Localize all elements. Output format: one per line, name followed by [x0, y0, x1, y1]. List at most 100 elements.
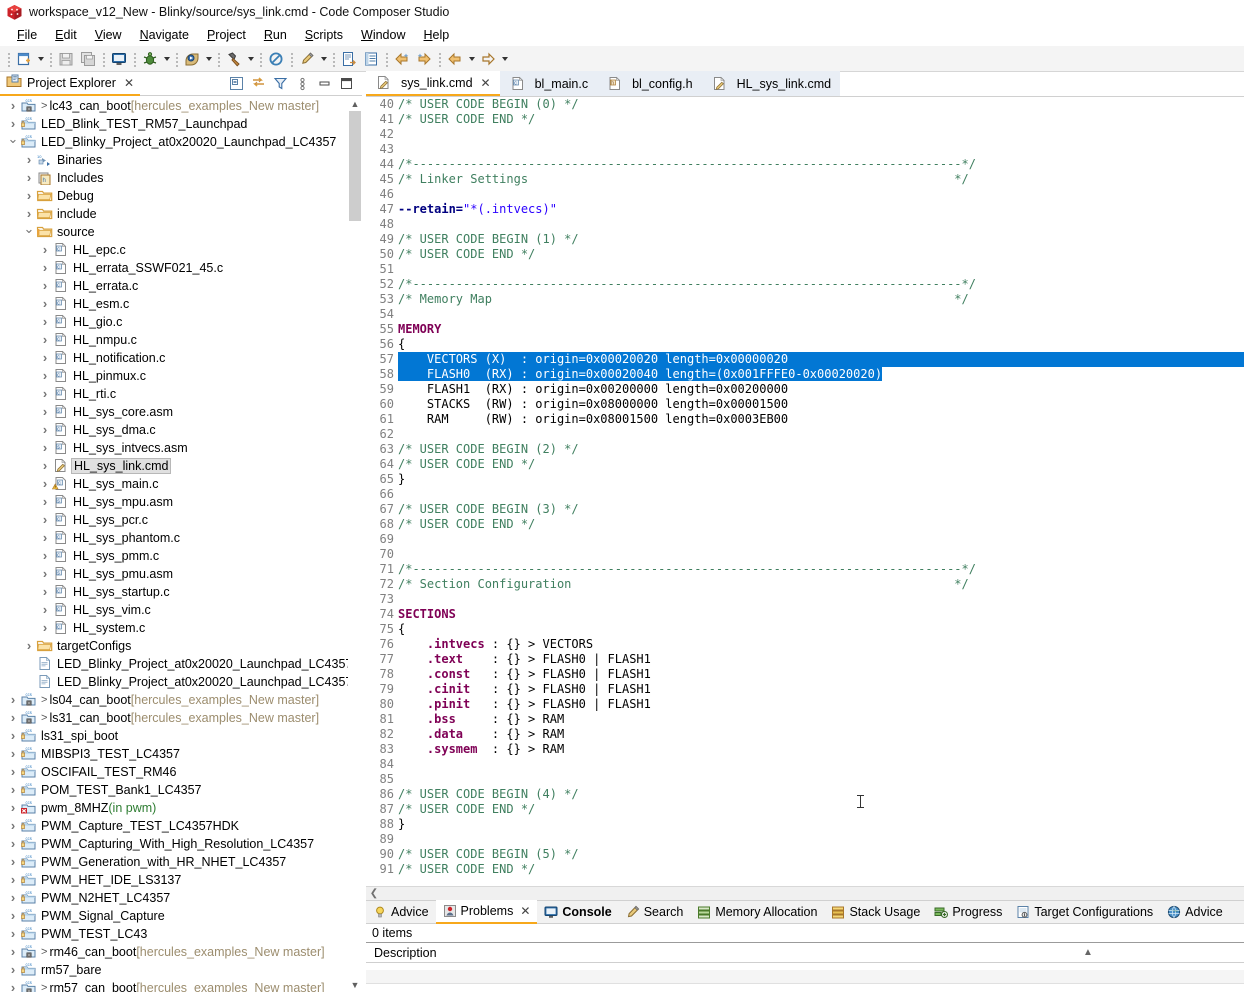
code-line[interactable]: 70: [366, 547, 1244, 562]
next-annotation-icon[interactable]: [477, 48, 499, 70]
problems-table-body[interactable]: [366, 970, 1244, 992]
collapse-all-icon[interactable]: [226, 74, 246, 94]
menu-scripts[interactable]: Scripts: [296, 26, 352, 44]
bottom-tab-advice-2[interactable]: Advice: [1160, 900, 1230, 924]
chevron-right-icon[interactable]: [38, 493, 52, 512]
link-with-editor-icon[interactable]: [248, 74, 268, 94]
chevron-right-icon[interactable]: [38, 295, 52, 314]
view-menu-icon[interactable]: [292, 74, 312, 94]
tree-item-binaries[interactable]: 10 Binaries: [0, 151, 362, 169]
code-editor[interactable]: 40 /* USER CODE BEGIN (0) */ 41 /* USER COD…: [366, 97, 1244, 900]
code-line[interactable]: 87 /* USER CODE END */: [366, 802, 1244, 817]
code-line[interactable]: 81 .bss : {} > RAM: [366, 712, 1244, 727]
run-icon[interactable]: [181, 48, 203, 70]
tree-item-ls04-can-boot[interactable]: ccs >ls04_can_boot [hercules_examples_New…: [0, 691, 362, 709]
code-line[interactable]: 83 .sysmem : {} > RAM: [366, 742, 1244, 757]
tree-item-pwm-capture-test-lc4357hdk[interactable]: ccs PWM_Capture_TEST_LC4357HDK: [0, 817, 362, 835]
prev-annotation-dropdown-arrow[interactable]: [466, 48, 477, 70]
tree-item-hl-rti-c[interactable]: cHL_rti.c: [0, 385, 362, 403]
tree-item-pwm-capturing-with-high-resolution-lc4357[interactable]: ccs PWM_Capturing_With_High_Resolution_LC…: [0, 835, 362, 853]
chevron-right-icon[interactable]: [6, 709, 20, 728]
code-line[interactable]: 63 /* USER CODE BEGIN (2) */: [366, 442, 1244, 457]
chevron-right-icon[interactable]: [6, 871, 20, 890]
bottom-tab-target-configurations[interactable]: Target Configurations: [1009, 900, 1160, 924]
tree-item-hl-sys-core-asm[interactable]: sHL_sys_core.asm: [0, 403, 362, 421]
bottom-tab-memory-allocation[interactable]: Memory Allocation: [690, 900, 824, 924]
menu-edit[interactable]: Edit: [46, 26, 86, 44]
tree-item-oscifail-test-rm46[interactable]: ccs OSCIFAIL_TEST_RM46: [0, 763, 362, 781]
chevron-right-icon[interactable]: [22, 151, 36, 170]
editor-horizontal-scrollbar[interactable]: ❮: [366, 886, 1244, 900]
code-line[interactable]: 45 /* Linker Settings */: [366, 172, 1244, 187]
tree-item-rm46-can-boot[interactable]: ccs >rm46_can_boot [hercules_examples_New…: [0, 943, 362, 961]
code-line[interactable]: 60 STACKS (RW) : origin=0x08000000 lengt…: [366, 397, 1244, 412]
editor-tab-hl-sys-link-cmd[interactable]: HL_sys_link.cmd: [701, 71, 841, 96]
code-line[interactable]: 73: [366, 592, 1244, 607]
chevron-right-icon[interactable]: [6, 889, 20, 908]
code-line[interactable]: 85: [366, 772, 1244, 787]
tree-item-hl-errata-c[interactable]: cHL_errata.c: [0, 277, 362, 295]
chevron-right-icon[interactable]: [38, 475, 52, 494]
tree-item-led-blinky-project-at0x20020-launchpad-lc4357[interactable]: ccs LED_Blinky_Project_at0x20020_Launchpa…: [0, 133, 362, 151]
chevron-right-icon[interactable]: [38, 547, 52, 566]
code-line[interactable]: 69: [366, 532, 1244, 547]
tree-item-hl-sys-vim-c[interactable]: cHL_sys_vim.c: [0, 601, 362, 619]
code-line[interactable]: 53 /* Memory Map */: [366, 292, 1244, 307]
code-line[interactable]: 43: [366, 142, 1244, 157]
chevron-right-icon[interactable]: [6, 817, 20, 836]
tree-item-hl-sys-link-cmd[interactable]: HL_sys_link.cmd: [0, 457, 362, 475]
tree-item-hl-pinmux-c[interactable]: cHL_pinmux.c: [0, 367, 362, 385]
bottom-tab-stack-usage[interactable]: Stack Usage: [824, 900, 927, 924]
build-dropdown-arrow[interactable]: [245, 48, 256, 70]
tree-item-hl-sys-pmu-asm[interactable]: sHL_sys_pmu.asm: [0, 565, 362, 583]
code-line[interactable]: 48: [366, 217, 1244, 232]
tab-project-explorer[interactable]: Project Explorer ✕: [0, 71, 140, 96]
chevron-right-icon[interactable]: [6, 781, 20, 800]
code-line[interactable]: 86 /* USER CODE BEGIN (4) */: [366, 787, 1244, 802]
chevron-right-icon[interactable]: [6, 907, 20, 926]
code-line[interactable]: 68 /* USER CODE END */: [366, 517, 1244, 532]
chevron-right-icon[interactable]: [38, 601, 52, 620]
tree-item-hl-system-c[interactable]: cHL_system.c: [0, 619, 362, 637]
tree-item-led-blink-test-rm57-launchpad[interactable]: ccs LED_Blink_TEST_RM57_Launchpad: [0, 115, 362, 133]
tree-item-hl-gio-c[interactable]: cHL_gio.c: [0, 313, 362, 331]
chevron-right-icon[interactable]: [38, 439, 52, 458]
menu-view[interactable]: View: [86, 26, 131, 44]
chevron-right-icon[interactable]: [22, 169, 36, 188]
menu-window[interactable]: Window: [352, 26, 414, 44]
code-line[interactable]: 88}: [366, 817, 1244, 832]
tree-item-hl-sys-main-c[interactable]: cHL_sys_main.c: [0, 475, 362, 493]
code-line[interactable]: 61 RAM (RW) : origin=0x08001500 length=0…: [366, 412, 1244, 427]
chevron-right-icon[interactable]: [38, 421, 52, 440]
chevron-right-icon[interactable]: [6, 835, 20, 854]
code-line[interactable]: 64 /* USER CODE END */: [366, 457, 1244, 472]
chevron-right-icon[interactable]: [38, 349, 52, 368]
tree-item-hl-sys-pmm-c[interactable]: cHL_sys_pmm.c: [0, 547, 362, 565]
code-line[interactable]: 57 VECTORS (X) : origin=0x00020020 lengt…: [366, 352, 1244, 367]
chevron-down-icon[interactable]: [6, 133, 20, 152]
scroll-left-arrow-icon[interactable]: ❮: [366, 888, 382, 899]
editor-tab-sys-link-cmd[interactable]: sys_link.cmd ✕: [366, 71, 500, 96]
code-line[interactable]: 62: [366, 427, 1244, 442]
menu-project[interactable]: Project: [198, 26, 255, 44]
tree-item-pwm-signal-capture[interactable]: ccs PWM_Signal_Capture: [0, 907, 362, 925]
debug-dropdown-arrow[interactable]: [161, 48, 172, 70]
marker-dropdown-arrow[interactable]: [318, 48, 329, 70]
tree-item-pom-test-bank1-lc4357[interactable]: ccs POM_TEST_Bank1_LC4357: [0, 781, 362, 799]
tree-item-pwm-het-ide-ls3137[interactable]: ccs PWM_HET_IDE_LS3137: [0, 871, 362, 889]
code-line[interactable]: 78 .const : {} > FLASH0 | FLASH1: [366, 667, 1244, 682]
chevron-right-icon[interactable]: [38, 259, 52, 278]
debug-icon[interactable]: [139, 48, 161, 70]
tree-item-hl-notification-c[interactable]: cHL_notification.c: [0, 349, 362, 367]
chevron-right-icon[interactable]: [38, 403, 52, 422]
tree-item-hl-esm-c[interactable]: cHL_esm.c: [0, 295, 362, 313]
chevron-right-icon[interactable]: [6, 961, 20, 980]
marker-pen-icon[interactable]: [296, 48, 318, 70]
bottom-tab-search[interactable]: Search: [619, 900, 691, 924]
code-line[interactable]: 51: [366, 262, 1244, 277]
tree-item-rm57-can-boot[interactable]: ccs >rm57_can_boot [hercules_examples_New…: [0, 979, 362, 992]
code-line[interactable]: 65}: [366, 472, 1244, 487]
save-icon[interactable]: [55, 48, 77, 70]
chevron-right-icon[interactable]: [6, 745, 20, 764]
chevron-right-icon[interactable]: [6, 943, 20, 962]
